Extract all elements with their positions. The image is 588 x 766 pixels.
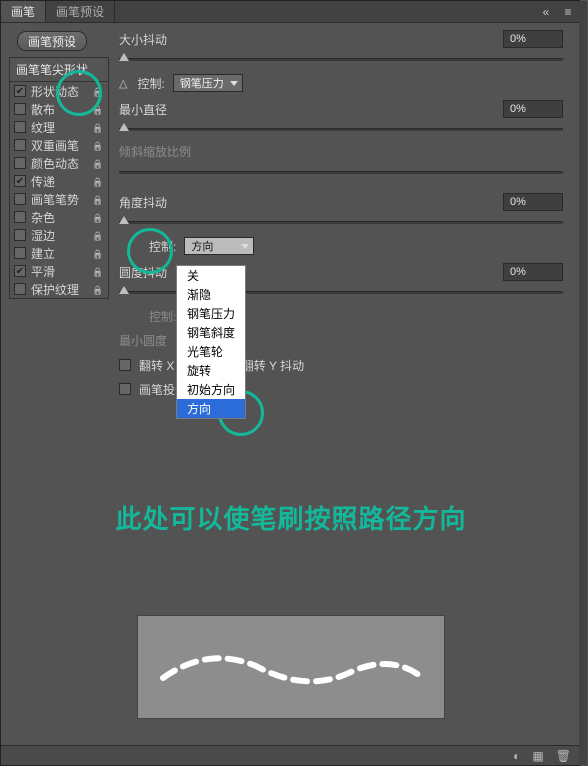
- checkbox-icon[interactable]: [14, 265, 26, 277]
- size-jitter-slider[interactable]: [119, 51, 563, 67]
- tab-brush[interactable]: 画笔: [1, 1, 46, 22]
- angle-jitter-label: 角度抖动: [119, 194, 167, 211]
- min-diameter-label: 最小直径: [119, 101, 167, 118]
- brush-panel: 画笔 画笔预设 « ≡ 画笔预设 画笔笔尖形状 形状动态 散布: [0, 0, 580, 766]
- lock-icon[interactable]: [92, 156, 104, 170]
- tab-presets[interactable]: 画笔预设: [46, 1, 115, 22]
- control3-label: 控制:: [149, 308, 176, 325]
- collapse-icon[interactable]: «: [535, 5, 557, 19]
- lock-icon[interactable]: [92, 228, 104, 242]
- dropdown-option-selected[interactable]: 方向: [177, 399, 245, 418]
- brush-tip-shape-header[interactable]: 画笔笔尖形状: [10, 57, 108, 82]
- lock-icon[interactable]: [92, 282, 104, 296]
- tab-bar: 画笔 画笔预设 « ≡: [1, 1, 579, 23]
- round-jitter-label: 圆度抖动: [119, 264, 167, 281]
- checkbox-icon[interactable]: [14, 211, 26, 223]
- status-bar: ◐ ▦ 🗑: [1, 745, 581, 765]
- size-jitter-label: 大小抖动: [119, 31, 167, 48]
- warning-icon: [119, 76, 129, 90]
- control2-label: 控制:: [149, 238, 176, 255]
- control1-select[interactable]: 钢笔压力: [173, 74, 243, 92]
- sidebar-item-shape-dynamics[interactable]: 形状动态: [10, 82, 108, 100]
- checkbox-icon[interactable]: [14, 157, 26, 169]
- lock-icon[interactable]: [92, 264, 104, 278]
- checkbox-icon[interactable]: [14, 193, 26, 205]
- angle-jitter-value[interactable]: 0%: [503, 193, 563, 211]
- control-label: 控制:: [137, 75, 164, 92]
- dropdown-option[interactable]: 旋转: [177, 361, 245, 380]
- checkbox-icon[interactable]: [14, 85, 26, 97]
- sidebar-item-transfer[interactable]: 传递: [10, 172, 108, 190]
- sidebar-item-build-up[interactable]: 建立: [10, 244, 108, 262]
- round-jitter-value[interactable]: 0%: [503, 263, 563, 281]
- min-diameter-value[interactable]: 0%: [503, 100, 563, 118]
- sidebar-item-protect-texture[interactable]: 保护纹理: [10, 280, 108, 298]
- lock-icon[interactable]: [92, 210, 104, 224]
- size-jitter-value[interactable]: 0%: [503, 30, 563, 48]
- min-diameter-slider[interactable]: [119, 121, 563, 137]
- sidebar-item-texture[interactable]: 纹理: [10, 118, 108, 136]
- lock-icon[interactable]: [92, 120, 104, 134]
- brush-preview: [137, 615, 445, 719]
- annotation-caption: 此处可以使笔刷按照路径方向: [1, 499, 581, 536]
- control2-dropdown[interactable]: 关 渐隐 钢笔压力 钢笔斜度 光笔轮 旋转 初始方向 方向: [176, 265, 246, 419]
- checkbox-icon[interactable]: [14, 139, 26, 151]
- checkbox-icon[interactable]: [14, 175, 26, 187]
- flyout-menu-icon[interactable]: ≡: [557, 5, 579, 19]
- trash-icon[interactable]: 🗑: [556, 749, 571, 763]
- lock-icon[interactable]: [92, 246, 104, 260]
- lock-icon[interactable]: [92, 174, 104, 188]
- sidebar-item-wet-edges[interactable]: 湿边: [10, 226, 108, 244]
- projection-checkbox[interactable]: [119, 383, 131, 395]
- checkbox-icon[interactable]: [14, 283, 26, 295]
- toggle-icon[interactable]: ◐: [513, 749, 520, 763]
- sidebar-item-smoothing[interactable]: 平滑: [10, 262, 108, 280]
- lock-icon[interactable]: [92, 102, 104, 116]
- control2-select[interactable]: 方向: [184, 237, 254, 255]
- flip-y-label: 翻转 Y 抖动: [242, 357, 304, 374]
- settings-area: 大小抖动 0% 控制: 钢笔压力 最小直径 0%: [109, 29, 579, 468]
- tilt-scale-label: 倾斜缩放比例: [119, 143, 563, 160]
- sidebar-item-color-dynamics[interactable]: 颜色动态: [10, 154, 108, 172]
- checkbox-icon[interactable]: [14, 103, 26, 115]
- dropdown-option[interactable]: 钢笔斜度: [177, 323, 245, 342]
- angle-jitter-slider[interactable]: [119, 214, 563, 230]
- sidebar-item-scattering[interactable]: 散布: [10, 100, 108, 118]
- tilt-scale-slider: [119, 164, 563, 180]
- lock-icon[interactable]: [92, 138, 104, 152]
- sidebar: 画笔预设 画笔笔尖形状 形状动态 散布 纹理: [9, 29, 109, 468]
- sidebar-item-noise[interactable]: 杂色: [10, 208, 108, 226]
- checkbox-icon[interactable]: [14, 121, 26, 133]
- dropdown-option[interactable]: 渐隐: [177, 285, 245, 304]
- dropdown-option[interactable]: 光笔轮: [177, 342, 245, 361]
- lock-icon[interactable]: [92, 192, 104, 206]
- checkbox-icon[interactable]: [14, 229, 26, 241]
- sidebar-item-brush-pose[interactable]: 画笔笔势: [10, 190, 108, 208]
- new-icon[interactable]: ▦: [532, 749, 543, 763]
- dropdown-option[interactable]: 初始方向: [177, 380, 245, 399]
- flip-x-checkbox[interactable]: [119, 359, 131, 371]
- lock-icon[interactable]: [92, 84, 104, 98]
- checkbox-icon[interactable]: [14, 247, 26, 259]
- dropdown-option[interactable]: 钢笔压力: [177, 304, 245, 323]
- brush-presets-button[interactable]: 画笔预设: [17, 31, 87, 51]
- dropdown-option[interactable]: 关: [177, 266, 245, 285]
- sidebar-item-dual-brush[interactable]: 双重画笔: [10, 136, 108, 154]
